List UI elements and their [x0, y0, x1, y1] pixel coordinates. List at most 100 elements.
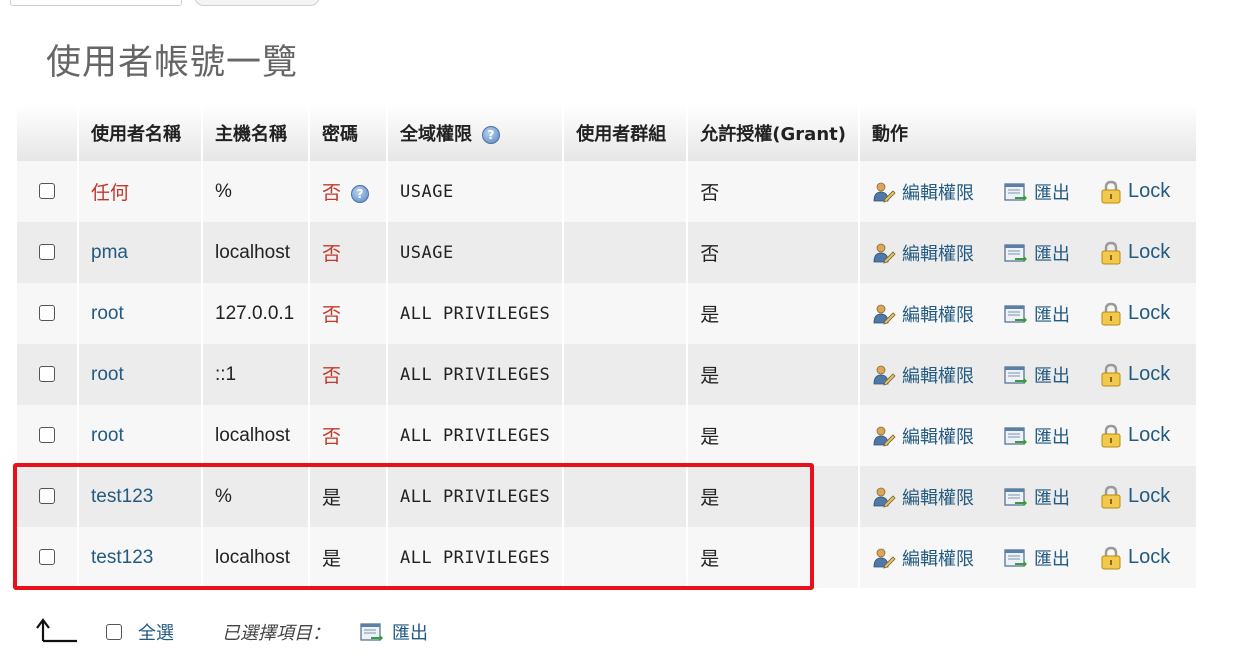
actions-cell: 編輯權限 匯出 Lock	[858, 527, 1196, 588]
lock-icon	[1101, 180, 1121, 203]
row-checkbox-cell	[17, 283, 79, 344]
export-icon	[1004, 426, 1027, 445]
export-label: 匯出	[1033, 243, 1070, 265]
lock-link[interactable]: Lock	[1100, 546, 1170, 570]
password-status: 否	[322, 304, 342, 326]
export-icon	[360, 623, 383, 641]
export-label: 匯出	[1033, 487, 1070, 509]
user-name[interactable]: root	[91, 425, 124, 446]
lock-link[interactable]: Lock	[1100, 424, 1170, 448]
global-privileges: USAGE	[400, 242, 454, 263]
row-checkbox[interactable]	[39, 305, 55, 322]
checkbox[interactable]	[106, 624, 122, 640]
table-footer: 全選 已選擇項目： 匯出	[34, 616, 428, 648]
password-cell: 否	[309, 222, 388, 283]
row-checkbox[interactable]	[39, 366, 55, 383]
help-icon[interactable]: ?	[482, 126, 500, 144]
host-name-cell: %	[202, 161, 310, 222]
header-host-name[interactable]: 主機名稱	[202, 105, 310, 161]
user-name[interactable]: 任何	[91, 182, 129, 204]
export-link[interactable]: 匯出	[1004, 240, 1070, 266]
lock-link[interactable]: Lock	[1100, 302, 1170, 326]
user-name[interactable]: pma	[91, 242, 128, 263]
user-group-cell	[563, 222, 689, 283]
edit-privileges-link[interactable]: 編輯權限	[872, 179, 974, 205]
header-password[interactable]: 密碼	[309, 105, 388, 161]
grant-cell: 否	[687, 222, 860, 283]
select-all-checkbox[interactable]: 全選	[106, 619, 174, 645]
footer-export-label: 匯出	[392, 623, 428, 644]
user-name[interactable]: test123	[91, 547, 153, 568]
global-privileges: ALL PRIVILEGES	[400, 547, 551, 568]
table-row: root::1 否 ALL PRIVILEGES 是 編輯權限 匯出 Lock	[17, 344, 1196, 405]
user-group-cell	[563, 283, 689, 344]
edit-privileges-link[interactable]: 編輯權限	[872, 423, 974, 449]
edit-privileges-link[interactable]: 編輯權限	[872, 545, 974, 571]
export-link[interactable]: 匯出	[1004, 362, 1070, 388]
row-checkbox-cell	[17, 222, 79, 283]
edit-privileges-link[interactable]: 編輯權限	[872, 301, 974, 327]
grant-status: 否	[700, 182, 720, 204]
edit-privileges-link[interactable]: 編輯權限	[872, 484, 974, 510]
lock-label: Lock	[1127, 180, 1171, 202]
lock-label: Lock	[1127, 485, 1171, 507]
row-checkbox[interactable]	[39, 244, 55, 261]
host-name-cell: 127.0.0.1	[202, 283, 310, 344]
password-status: 是	[322, 487, 342, 509]
global-privileges-cell: ALL PRIVILEGES	[387, 344, 565, 405]
password-cell: 否	[309, 283, 388, 344]
password-cell: 否?	[309, 161, 388, 222]
top-button[interactable]	[194, 0, 320, 6]
lock-link[interactable]: Lock	[1100, 363, 1170, 387]
user-name[interactable]: test123	[91, 486, 153, 507]
export-link[interactable]: 匯出	[1004, 484, 1070, 510]
actions-cell: 編輯權限 匯出 Lock	[858, 283, 1196, 344]
password-cell: 是	[309, 466, 388, 527]
password-status: 是	[322, 548, 342, 570]
table-row: test123% 是 ALL PRIVILEGES 是 編輯權限 匯出 Lock	[17, 466, 1196, 527]
export-link[interactable]: 匯出	[1004, 301, 1070, 327]
host-name-cell: localhost	[202, 527, 310, 588]
user-group-cell	[563, 344, 689, 405]
grant-cell: 是	[687, 527, 860, 588]
export-link[interactable]: 匯出	[1004, 545, 1070, 571]
lock-label: Lock	[1127, 546, 1171, 568]
export-link[interactable]: 匯出	[1004, 179, 1070, 205]
row-checkbox[interactable]	[39, 488, 55, 505]
row-checkbox[interactable]	[39, 427, 55, 444]
header-checkbox-cell	[17, 105, 79, 161]
actions-cell: 編輯權限 匯出 Lock	[858, 405, 1196, 466]
edit-privileges-link[interactable]: 編輯權限	[872, 240, 974, 266]
grant-cell: 是	[687, 283, 860, 344]
edit-privileges-label: 編輯權限	[901, 426, 974, 448]
edit-privileges-label: 編輯權限	[901, 487, 974, 509]
row-checkbox[interactable]	[39, 549, 55, 566]
export-label: 匯出	[1033, 182, 1070, 204]
header-user-name[interactable]: 使用者名稱	[78, 105, 203, 161]
footer-export-button[interactable]: 匯出	[360, 619, 428, 645]
lock-link[interactable]: Lock	[1100, 485, 1170, 509]
row-checkbox[interactable]	[39, 183, 55, 200]
lock-icon	[1101, 363, 1121, 386]
lock-link[interactable]: Lock	[1100, 180, 1170, 204]
global-privileges-cell: ALL PRIVILEGES	[387, 405, 565, 466]
lock-link[interactable]: Lock	[1100, 241, 1170, 265]
edit-privileges-icon	[873, 304, 896, 325]
help-icon[interactable]: ?	[351, 184, 370, 203]
host-name-cell: %	[202, 466, 310, 527]
grant-status: 是	[700, 365, 720, 387]
host-name: localhost	[215, 424, 290, 446]
arrow-left-up-icon	[34, 617, 78, 648]
user-name[interactable]: root	[91, 364, 124, 385]
user-name[interactable]: root	[91, 303, 124, 324]
edit-privileges-link[interactable]: 編輯權限	[872, 362, 974, 388]
row-checkbox-cell	[17, 466, 79, 527]
export-link[interactable]: 匯出	[1004, 423, 1070, 449]
edit-privileges-icon	[873, 487, 896, 508]
export-icon	[1004, 548, 1027, 567]
header-user-group: 使用者群組	[563, 105, 689, 161]
host-name: %	[215, 180, 232, 202]
host-name: localhost	[215, 241, 290, 263]
top-dropdown[interactable]	[10, 0, 182, 6]
grant-status: 是	[700, 304, 720, 326]
